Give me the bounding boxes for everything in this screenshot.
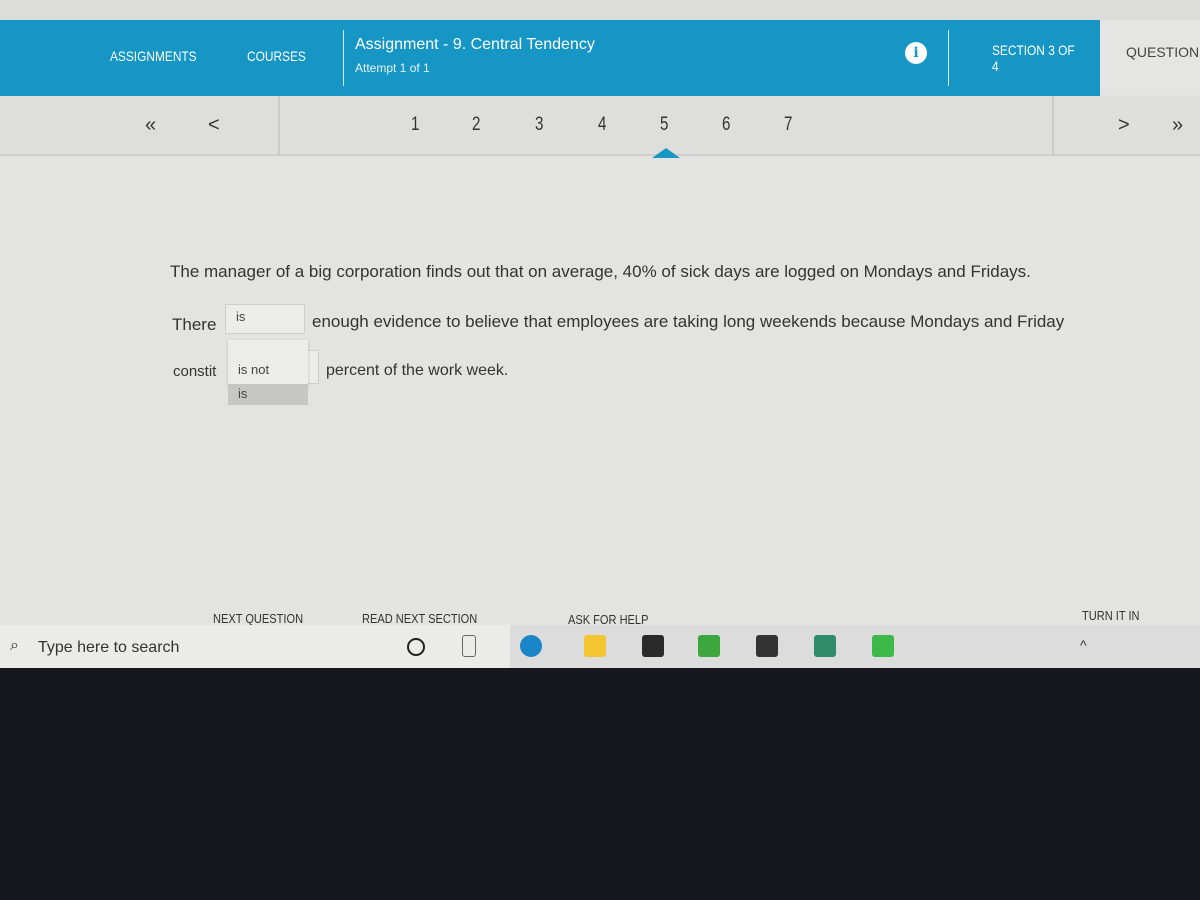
divider	[948, 30, 949, 86]
browser-top	[0, 0, 1200, 22]
search-icon: ⌕	[10, 637, 19, 654]
tray-chevron-icon[interactable]: ^	[1080, 637, 1087, 653]
nav-assignments[interactable]: ASSIGNMENTS	[110, 48, 197, 64]
current-page-indicator	[652, 148, 680, 158]
attempt-label: Attempt 1 of 1	[355, 61, 430, 75]
question-text: enough evidence to believe that employee…	[312, 312, 1065, 331]
dropdown-option[interactable]: is not	[228, 340, 308, 385]
next-page-button[interactable]: >	[1118, 114, 1130, 137]
spotify-icon[interactable]	[872, 635, 894, 657]
read-next-section-button[interactable]: READ NEXT SECTION	[362, 611, 477, 626]
question-text: The manager of a big corporation finds o…	[170, 262, 1031, 281]
section-label: SECTION 3 OF 4	[992, 42, 1075, 74]
question-text: There	[172, 315, 217, 334]
page-5[interactable]: 5	[660, 114, 668, 136]
store-icon[interactable]	[642, 635, 664, 657]
last-page-button[interactable]: »	[1172, 114, 1183, 137]
question-text: percent of the work week.	[326, 362, 509, 379]
solitaire-icon[interactable]	[698, 635, 720, 657]
header-bar: ASSIGNMENTS COURSES Assignment - 9. Cent…	[0, 20, 1100, 96]
edge-icon[interactable]	[520, 635, 542, 657]
prev-page-button[interactable]: <	[208, 114, 220, 137]
terminal-icon[interactable]	[756, 635, 778, 657]
laptop-bezel	[0, 668, 1200, 900]
taskbar: ⌕ Type here to search ^	[0, 625, 1200, 668]
question-pager: « < 1 2 3 4 5 6 7 > »	[0, 96, 1200, 158]
question-text: constit	[173, 363, 217, 380]
kidomi-icon[interactable]	[814, 635, 836, 657]
file-explorer-icon[interactable]	[584, 635, 606, 657]
dropdown-option-highlighted[interactable]: is	[228, 384, 308, 405]
next-question-button[interactable]: NEXT QUESTION	[213, 611, 303, 626]
dropdown-1[interactable]: is	[225, 304, 305, 334]
page-6[interactable]: 6	[722, 114, 730, 136]
screen: ASSIGNMENTS COURSES Assignment - 9. Cent…	[0, 0, 1200, 668]
page-3[interactable]: 3	[535, 114, 543, 136]
first-page-button[interactable]: «	[145, 114, 156, 137]
page-4[interactable]: 4	[598, 114, 606, 136]
divider	[343, 30, 344, 86]
divider	[278, 96, 280, 156]
page-7[interactable]: 7	[784, 114, 792, 136]
page-2[interactable]: 2	[472, 114, 480, 136]
divider	[1052, 96, 1054, 156]
cortana-icon[interactable]	[407, 638, 425, 656]
page-1[interactable]: 1	[411, 114, 419, 136]
turn-it-in-button[interactable]: TURN IT IN	[1082, 608, 1140, 623]
assignment-title: Assignment - 9. Central Tendency	[355, 36, 595, 53]
task-view-icon[interactable]	[462, 635, 476, 657]
nav-courses[interactable]: COURSES	[247, 48, 306, 64]
question-label: QUESTION 5 OF 7	[1100, 20, 1200, 90]
info-icon[interactable]: i	[905, 42, 927, 64]
taskbar-search[interactable]: ⌕ Type here to search	[0, 625, 510, 668]
search-placeholder: Type here to search	[38, 639, 180, 656]
